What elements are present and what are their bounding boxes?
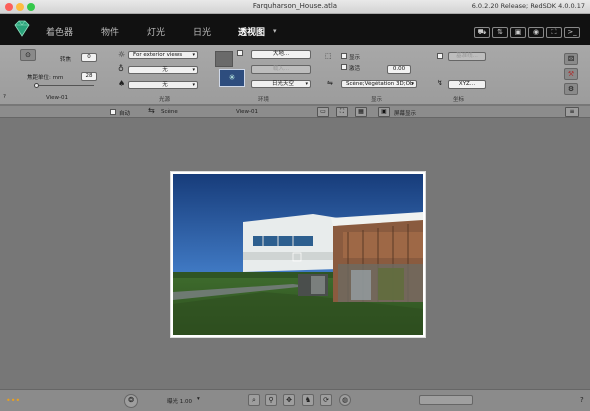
rotate-icon[interactable]: ⟳ <box>320 394 332 406</box>
pan-icon[interactable]: ✥ <box>283 394 295 406</box>
render-preview[interactable] <box>170 171 426 338</box>
background-button[interactable]: 大地... <box>251 50 311 59</box>
tab-menu-caret[interactable]: ▾ <box>273 27 277 35</box>
axis-section-label: 坐标 <box>453 97 465 103</box>
title-bar: Farquharson_House.atla 6.0.2.20 Release;… <box>0 0 590 14</box>
view-name: View-01 <box>46 95 69 101</box>
environment-section-label: 环境 <box>258 97 270 103</box>
chevron-down-icon: ▾ <box>192 82 195 88</box>
auto-label: 自动 <box>119 111 131 117</box>
focal-unit-label: 焦距单位: mm <box>27 75 64 81</box>
scene-label: Scène <box>161 109 178 115</box>
app-logo-icon <box>14 20 30 37</box>
frame-icon: ⬚ <box>325 52 332 60</box>
focal-slider-track[interactable] <box>34 85 94 86</box>
sky-select[interactable]: 日光天空 ▾ <box>251 80 311 88</box>
viewport-toolbar: 自动 ⇆ Scène View-01 ▭ ⛶ ▦ ▣ 屏幕显示 ≡ <box>0 106 590 118</box>
main-header: 着色器 物件 灯光 日光 透视图 ▾ ⛟ ⇅ ▣ ◉ ⛶ >_ <box>0 14 590 45</box>
scene-select[interactable]: Scène;Végétation 3D;Ob ▾ <box>341 80 417 88</box>
display-value-input[interactable]: 0.00 <box>387 65 411 74</box>
help-icon[interactable]: ? <box>580 396 584 404</box>
focal-input[interactable]: 0 <box>81 53 97 62</box>
import-button[interactable]: 载入... <box>251 65 311 74</box>
focal-slider-handle[interactable] <box>34 83 39 88</box>
tab-objects[interactable]: 物件 <box>101 25 119 38</box>
activate-label: 激活 <box>349 66 361 72</box>
more-options-icon[interactable]: ••• <box>6 396 20 405</box>
house-render-image <box>173 174 423 335</box>
background-swatch[interactable] <box>215 51 233 67</box>
sun-icon: ☼ <box>118 50 126 59</box>
grid-view-icon[interactable]: ▦ <box>355 107 367 117</box>
camera-target-icon[interactable]: ⊙ <box>20 49 36 61</box>
screen-display-icon[interactable]: ▣ <box>378 107 390 117</box>
lamp-icon: ♠ <box>118 79 126 88</box>
chevron-down-icon: ▾ <box>192 67 195 73</box>
exposure-value: 曝光 1.00 <box>167 399 192 405</box>
render-icon[interactable]: ⚄ <box>564 53 578 65</box>
perspective-panel: ⊙ 转焦 0 焦距单位: mm 28 View-01 ? ☼ For exter… <box>0 45 590 105</box>
focal-unit-input[interactable]: 28 <box>81 72 97 81</box>
aperture-icon[interactable]: ❂ <box>124 394 138 408</box>
chevron-down-icon: ▾ <box>411 81 414 87</box>
settings-gear-icon[interactable]: ⚙ <box>564 83 578 95</box>
axis-icon: ↯ <box>437 79 443 87</box>
light-option-select[interactable]: 无 ▾ <box>128 66 198 74</box>
globe-icon[interactable]: ◍ <box>339 394 351 406</box>
chevron-down-icon: ▾ <box>305 81 308 87</box>
activate-checkbox[interactable] <box>341 64 347 70</box>
lamp-option-select[interactable]: 无 ▾ <box>128 81 198 89</box>
display-section-label: 显示 <box>371 97 383 103</box>
sync-icon[interactable]: ⇅ <box>492 27 508 38</box>
screen-display-label: 屏幕显示 <box>394 111 417 117</box>
windows-icon[interactable]: ▣ <box>510 27 526 38</box>
environment-checkbox[interactable] <box>237 50 243 56</box>
baseline-button[interactable]: 基准线... <box>448 52 486 61</box>
viewport-menu-icon[interactable]: ≡ <box>565 107 579 117</box>
release-info: 6.0.2.20 Release; RedSDK 4.0.0.17 <box>471 2 585 10</box>
zoom-icon[interactable]: ⌕ <box>248 394 260 406</box>
console-icon[interactable]: >_ <box>564 27 580 38</box>
cart-icon[interactable]: ⛟ <box>474 27 490 38</box>
scene-icon: ⇆ <box>148 106 155 115</box>
show-label: 显示 <box>349 55 361 61</box>
lighting-mode-select[interactable]: For exterior views ▾ <box>128 51 198 59</box>
tab-lights[interactable]: 灯光 <box>147 25 165 38</box>
fullscreen-icon[interactable]: ⛶ <box>546 27 562 38</box>
walk-icon[interactable]: ♞ <box>302 394 314 406</box>
fit-view-icon[interactable]: ⛶ <box>336 107 348 117</box>
xyz-button[interactable]: XYZ... <box>448 80 486 89</box>
focal-label: 转焦 <box>60 57 72 63</box>
exposure-chevron-icon[interactable]: ▾ <box>197 396 200 402</box>
auto-checkbox[interactable] <box>110 109 116 115</box>
tab-shaders[interactable]: 着色器 <box>46 25 73 38</box>
frame-view-icon[interactable]: ▭ <box>317 107 329 117</box>
help-icon[interactable]: ? <box>3 94 6 100</box>
tab-sun[interactable]: 日光 <box>193 25 211 38</box>
view-label: View-01 <box>236 109 259 115</box>
chevron-down-icon: ▾ <box>192 52 195 58</box>
layers-icon: ⇋ <box>327 79 333 87</box>
progress-bar <box>419 395 473 405</box>
axis-checkbox[interactable] <box>437 53 443 59</box>
lighting-section-label: 光源 <box>159 97 171 103</box>
bulb-icon: ♁ <box>118 64 124 73</box>
camera-icon[interactable]: ◉ <box>528 27 544 38</box>
tab-perspective[interactable]: 透视图 <box>238 25 265 38</box>
search-icon[interactable]: ⚲ <box>265 394 277 406</box>
show-checkbox[interactable] <box>341 53 347 59</box>
bottom-bar: ••• ❂ 曝光 1.00 ▾ ⌕ ⚲ ✥ ♞ ⟳ ◍ ? <box>0 389 590 411</box>
sun-sky-preview-icon[interactable]: ✳ <box>219 69 245 87</box>
tools-icon[interactable]: ⚒ <box>564 68 578 80</box>
